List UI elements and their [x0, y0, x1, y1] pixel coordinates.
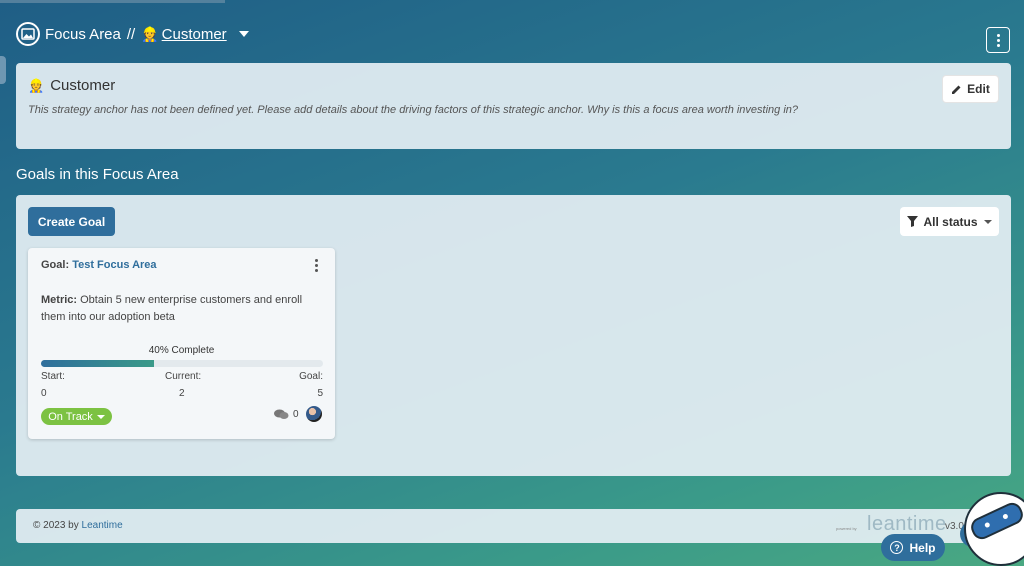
- progress-label: 40% Complete: [148, 345, 215, 356]
- metric-prefix: Metric:: [41, 294, 78, 306]
- comments-link[interactable]: 0: [274, 409, 299, 420]
- anchor-link[interactable]: Customer: [162, 26, 227, 43]
- goal-link[interactable]: Test Focus Area: [72, 259, 156, 271]
- page-title: Focus Area: [45, 25, 121, 43]
- goal-value: 5: [317, 388, 323, 399]
- strategy-description: This strategy anchor has not been define…: [28, 104, 799, 116]
- kebab-icon-dot: [996, 43, 1000, 47]
- current-value: 2: [179, 388, 185, 399]
- strategy-title-text: Customer: [50, 77, 116, 94]
- copyright-text: © 2023 by: [33, 520, 79, 531]
- strategy-title: 👷 Customer: [28, 77, 115, 94]
- metric-text: Obtain 5 new enterprise customers and en…: [41, 294, 303, 323]
- page-menu-button[interactable]: [986, 27, 1010, 53]
- filter-icon: [907, 216, 919, 227]
- goals-panel: Create Goal All status Goal: Test Focus …: [16, 195, 1011, 476]
- status-dropdown[interactable]: On Track: [41, 408, 112, 425]
- help-label: Help: [909, 540, 936, 555]
- goal-metric: Metric: Obtain 5 new enterprise customer…: [41, 292, 321, 326]
- caret-down-icon: [96, 414, 105, 419]
- progress-bar: [41, 360, 323, 367]
- worker-emoji-icon: 👷: [141, 25, 159, 42]
- kebab-icon-dot: [315, 259, 318, 262]
- goal-heading: Goal: Test Focus Area: [41, 259, 157, 271]
- status-filter-label: All status: [923, 214, 978, 229]
- footer-copyright: © 2023 by Leantime: [33, 520, 123, 531]
- help-button[interactable]: ? Help: [881, 534, 945, 561]
- goal-prefix: Goal:: [41, 259, 70, 271]
- pencil-icon: [952, 85, 961, 94]
- leantime-link[interactable]: Leantime: [82, 520, 123, 531]
- caret-down-icon: [983, 219, 992, 224]
- breadcrumb-separator: //: [126, 25, 136, 43]
- question-icon: ?: [890, 541, 904, 554]
- status-label: On Track: [48, 410, 93, 423]
- comment-count: 0: [293, 409, 299, 420]
- edit-button[interactable]: Edit: [942, 75, 999, 103]
- goal-value-label: Goal:: [299, 371, 323, 382]
- powered-by-text: powered by: [836, 526, 857, 531]
- top-progress-line: [0, 0, 225, 3]
- footer: © 2023 by Leantime powered by leantime v…: [16, 509, 1011, 543]
- chevron-down-icon[interactable]: [238, 31, 249, 37]
- kebab-icon-dot: [315, 264, 318, 267]
- kebab-icon-dot: [315, 269, 318, 272]
- leantime-logo: leantime: [867, 513, 947, 535]
- current-label: Current:: [165, 371, 202, 382]
- goal-card: Goal: Test Focus Area Metric: Obtain 5 n…: [28, 248, 335, 439]
- start-value: 0: [41, 388, 47, 399]
- status-filter-button[interactable]: All status: [900, 207, 999, 236]
- goals-section-title: Goals in this Focus Area: [16, 166, 179, 183]
- goal-menu-button[interactable]: [315, 259, 318, 272]
- create-goal-button[interactable]: Create Goal: [28, 207, 115, 236]
- kebab-icon-dot: [996, 38, 1000, 42]
- worker-emoji-icon: 👷: [28, 77, 45, 93]
- page-header: Focus Area // 👷 Customer: [16, 22, 249, 46]
- progress-bar-fill: [41, 360, 154, 367]
- focus-area-icon: [16, 22, 40, 46]
- strategy-anchor-panel: 👷 Customer This strategy anchor has not …: [16, 63, 1011, 149]
- kebab-icon-dot: [996, 33, 1000, 37]
- sidebar-toggle-tab[interactable]: [0, 56, 6, 84]
- start-label: Start:: [41, 371, 65, 382]
- edit-button-label: Edit: [967, 82, 990, 96]
- comments-icon: [274, 409, 289, 419]
- avatar[interactable]: [306, 406, 322, 422]
